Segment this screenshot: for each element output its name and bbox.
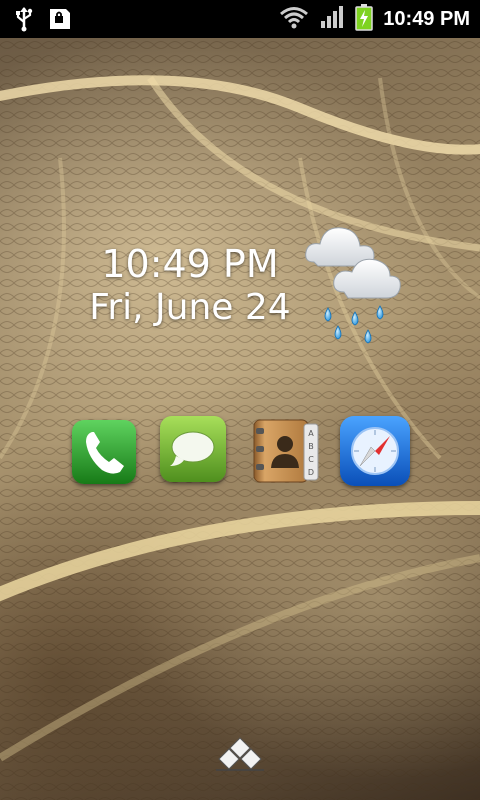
svg-text:C: C: [308, 455, 314, 464]
clock-date: Fri, June 24: [89, 287, 291, 328]
browser-app-button[interactable]: [340, 416, 410, 486]
sd-card-icon: [46, 7, 72, 35]
app-drawer-button[interactable]: [214, 736, 266, 772]
contacts-app-button[interactable]: A B C D: [252, 418, 320, 484]
app-drawer-icon: [216, 737, 264, 771]
signal-icon: [319, 5, 345, 33]
messages-app-button[interactable]: [160, 416, 226, 482]
clock-widget[interactable]: 10:49 PM Fri, June 24: [70, 242, 310, 330]
contacts-book-icon: A B C D: [253, 419, 319, 483]
phone-app-button[interactable]: [72, 420, 136, 484]
app-dock: A B C D: [72, 416, 412, 488]
svg-text:D: D: [308, 468, 314, 477]
battery-charging-icon: [355, 3, 374, 35]
status-time: 10:49 PM: [383, 7, 470, 30]
status-bar: 10:49 PM: [0, 0, 480, 38]
clock-time: 10:49 PM: [101, 242, 279, 286]
phone-icon: [72, 420, 136, 484]
rain-cloud-icon[interactable]: [300, 220, 410, 350]
svg-text:A: A: [308, 429, 314, 438]
usb-icon: [14, 6, 34, 36]
svg-text:B: B: [308, 442, 314, 451]
wifi-icon: [279, 5, 309, 33]
speech-bubble-icon: [160, 416, 226, 482]
compass-icon: [340, 416, 410, 486]
